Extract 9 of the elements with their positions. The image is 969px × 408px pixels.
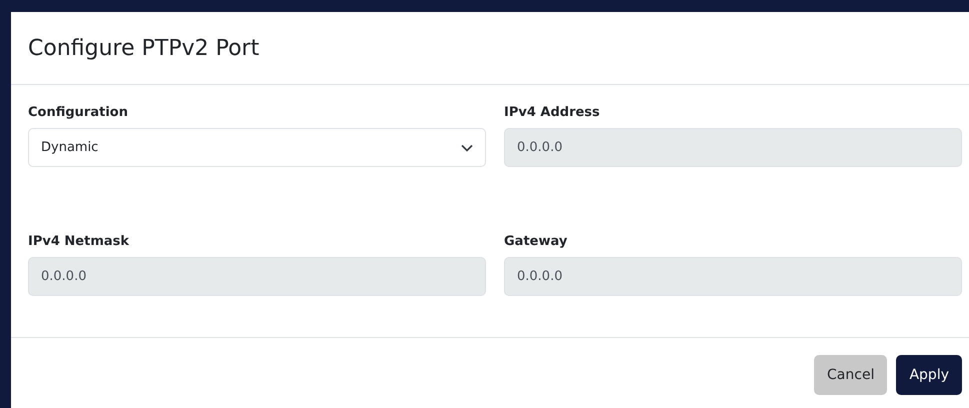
chevron-down-icon [461,144,473,152]
field-label: Configuration [28,105,129,120]
field-label: IPv4 Address [504,105,601,120]
field-label: IPv4 Netmask [28,234,130,248]
apply-button[interactable]: Apply [896,355,962,395]
cancel-button[interactable]: Cancel [814,355,888,395]
field-label: Gateway [504,234,568,248]
dialog-title: Configure PTPv2 Port [28,36,260,60]
select-field[interactable]: Dynamic [28,128,486,167]
